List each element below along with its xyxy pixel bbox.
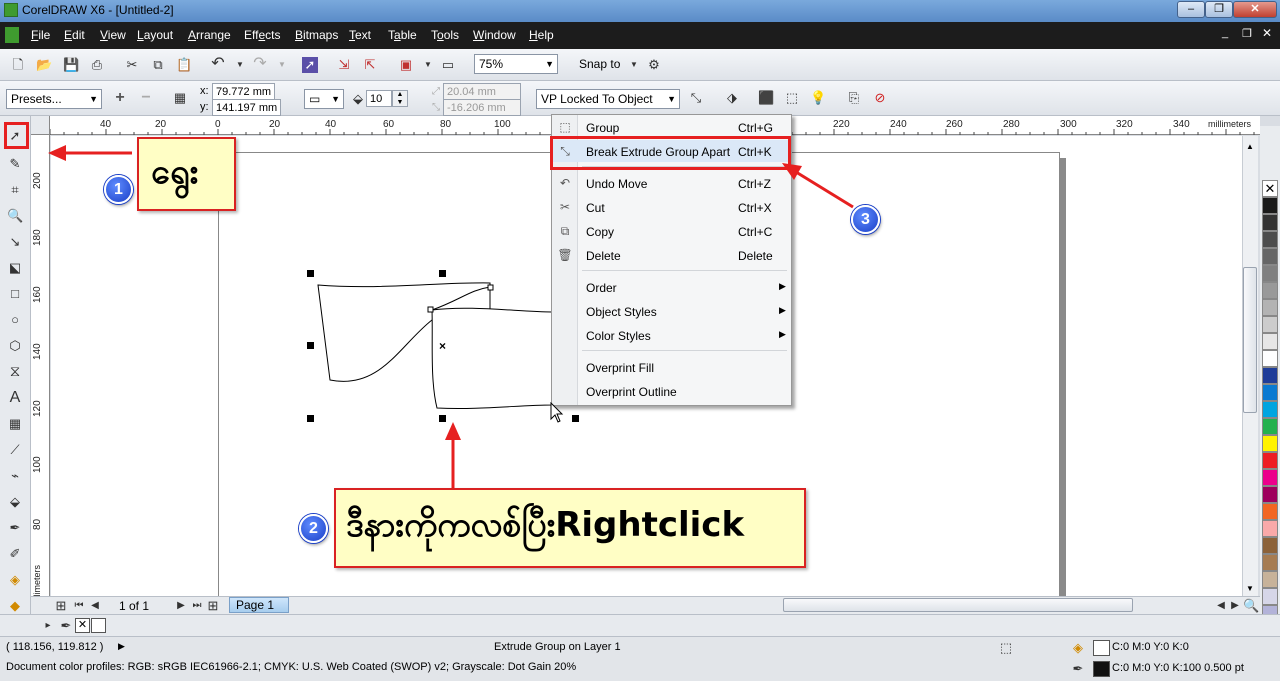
callout-right-click: ဒီနားကိုကလစ်ပြီးRightclick — [334, 488, 806, 568]
step-badge-2: 2 — [299, 514, 328, 543]
step-badge-3: 3 — [851, 205, 880, 234]
callout-select: ရွေး — [137, 137, 236, 211]
annotation-arrows — [48, 145, 854, 490]
step-badge-1: 1 — [104, 175, 133, 204]
